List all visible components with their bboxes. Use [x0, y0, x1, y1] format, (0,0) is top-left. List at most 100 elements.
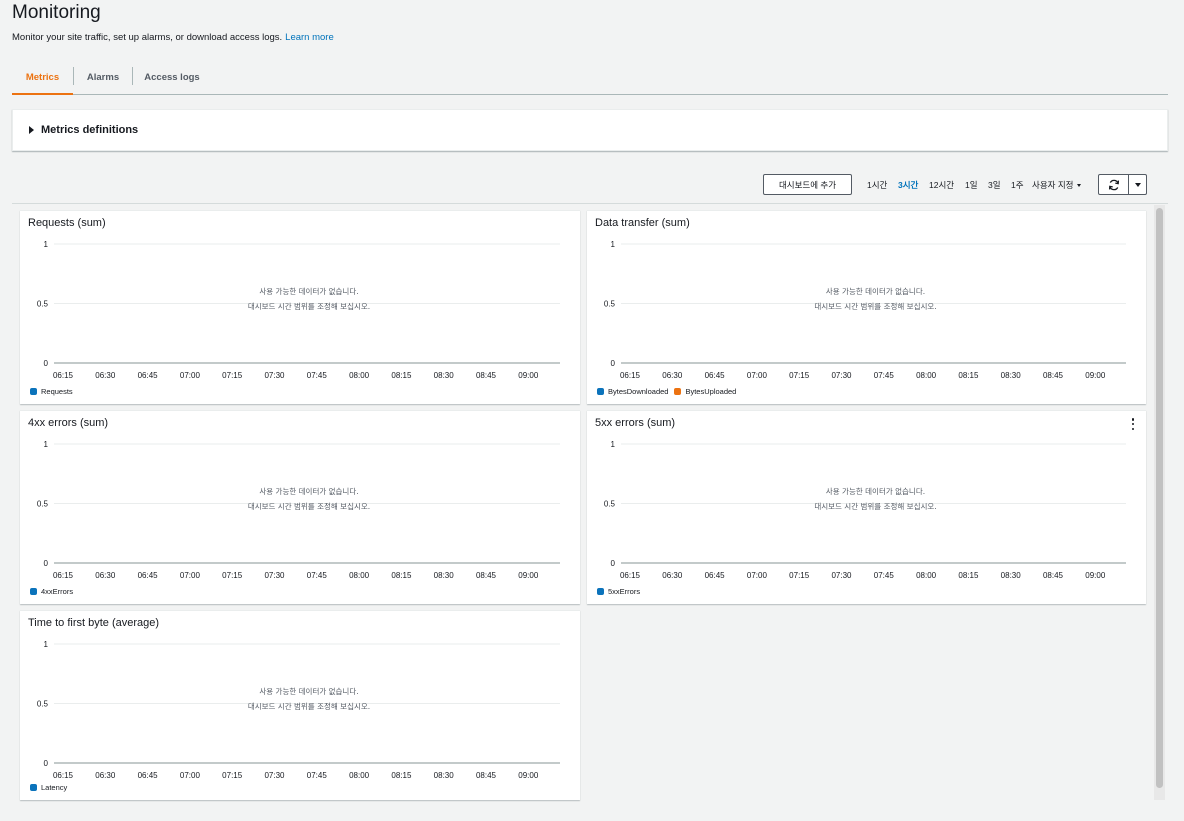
page-description: Monitor your site traffic, set up alarms…: [12, 32, 334, 43]
y-tick-label: 1: [44, 440, 49, 449]
x-tick-label: 07:15: [222, 371, 243, 380]
legend-swatch: [597, 588, 604, 595]
chart-title: Time to first byte (average): [28, 617, 160, 629]
scrollbar[interactable]: [1154, 205, 1165, 800]
x-tick-label: 08:45: [1043, 371, 1064, 380]
tab-alarms[interactable]: Alarms: [74, 60, 132, 94]
metrics-definitions-panel[interactable]: Metrics definitions: [12, 109, 1168, 151]
x-tick-label: 09:00: [518, 571, 539, 580]
chart-card-requests: 1 0.5 0 06:15 06:30 06:45 07:00 07:15 07:30 07:45…: [20, 210, 580, 404]
legend-item[interactable]: Requests: [30, 387, 73, 396]
x-tick-label: 06:30: [95, 571, 116, 580]
x-tick-label: 06:45: [705, 371, 726, 380]
legend-label: 4xxErrors: [41, 587, 74, 596]
x-tick-label: 08:30: [434, 371, 455, 380]
x-tick-label: 07:45: [874, 571, 895, 580]
scrollbar-thumb[interactable]: [1156, 208, 1163, 788]
range-12h[interactable]: 12시간: [929, 179, 954, 191]
x-tick-label: 08:45: [476, 371, 497, 380]
x-tick-label: 09:00: [518, 771, 539, 780]
x-tick-label: 08:00: [349, 571, 370, 580]
y-tick-label: 0.5: [37, 500, 49, 509]
x-tick-label: 08:45: [1043, 571, 1064, 580]
caret-down-icon: [1134, 182, 1141, 187]
x-tick-label: 06:30: [662, 371, 683, 380]
x-tick-label: 08:15: [391, 771, 412, 780]
x-tick-label: 08:00: [916, 371, 937, 380]
legend-label: BytesUploaded: [685, 387, 737, 396]
y-tick-label: 0: [44, 559, 49, 568]
page-description-text: Monitor your site traffic, set up alarms…: [12, 32, 283, 43]
refresh-icon: [1108, 179, 1119, 190]
x-tick-label: 07:15: [789, 371, 810, 380]
x-tick-label: 09:00: [1085, 571, 1106, 580]
legend-label: BytesDownloaded: [608, 387, 669, 396]
x-tick-label: 07:30: [264, 371, 285, 380]
tab-metrics[interactable]: Metrics: [12, 60, 73, 95]
learn-more-link[interactable]: Learn more: [285, 32, 334, 43]
legend-label: Latency: [41, 783, 68, 792]
range-1h[interactable]: 1시간: [867, 179, 887, 191]
tab-access-logs[interactable]: Access logs: [133, 60, 211, 94]
legend-item[interactable]: Latency: [30, 783, 67, 792]
x-tick-label: 07:15: [789, 571, 810, 580]
chart-card-ttfb: 1 0.5 0 06:15 06:30 06:45 07:00 07:15 07:30 07:45…: [20, 610, 580, 800]
x-tick-label: 08:45: [476, 571, 497, 580]
more-options-icon[interactable]: [1130, 418, 1136, 430]
legend-label: 5xxErrors: [608, 587, 641, 596]
x-tick-label: 07:45: [874, 371, 895, 380]
chart-title: 5xx errors (sum): [595, 417, 676, 429]
chart-legend: Requests: [30, 387, 79, 396]
y-tick-label: 0.5: [37, 300, 49, 309]
y-tick-label: 0.5: [604, 500, 616, 509]
x-tick-label: 07:45: [307, 371, 328, 380]
range-1d[interactable]: 1일: [965, 179, 978, 191]
legend-swatch: [597, 388, 604, 395]
no-data-hint: 대시보드 시간 범위를 조정해 보십시오.: [814, 501, 936, 511]
x-tick-label: 07:15: [222, 571, 243, 580]
refresh-button[interactable]: [1099, 175, 1129, 194]
y-tick-label: 0.5: [37, 700, 49, 709]
x-tick-label: 08:30: [1001, 371, 1022, 380]
range-3d[interactable]: 3일: [988, 179, 1001, 191]
x-tick-label: 07:45: [307, 771, 328, 780]
x-tick-label: 06:15: [53, 571, 74, 580]
x-tick-label: 08:15: [391, 571, 412, 580]
range-1w[interactable]: 1주: [1011, 179, 1024, 191]
no-data-hint: 대시보드 시간 범위를 조정해 보십시오.: [248, 701, 370, 711]
x-tick-label: 06:30: [95, 771, 116, 780]
x-tick-label: 06:15: [53, 371, 74, 380]
x-tick-label: 08:15: [958, 571, 979, 580]
x-tick-label: 06:45: [138, 371, 159, 380]
chart-legend: 5xxErrors: [597, 587, 646, 596]
legend-item[interactable]: BytesDownloaded: [597, 387, 668, 396]
legend-item[interactable]: 5xxErrors: [597, 587, 640, 596]
chart-legend: Latency: [30, 783, 73, 792]
chart-title: 4xx errors (sum): [28, 417, 109, 429]
chart-legend: BytesDownloaded BytesUploaded: [597, 387, 742, 396]
x-tick-label: 08:15: [391, 371, 412, 380]
no-data-message: 사용 가능한 데이터가 없습니다.: [826, 486, 925, 496]
x-tick-label: 08:30: [1001, 571, 1022, 580]
x-tick-label: 07:15: [222, 771, 243, 780]
legend-item[interactable]: 4xxErrors: [30, 587, 73, 596]
x-tick-label: 09:00: [1085, 371, 1106, 380]
x-tick-label: 07:45: [307, 571, 328, 580]
x-tick-label: 06:45: [138, 771, 159, 780]
chart-title: Requests (sum): [28, 217, 106, 229]
toolbar-divider: [12, 203, 1168, 204]
add-to-dashboard-button[interactable]: 대시보드에 추가: [763, 174, 852, 195]
x-tick-label: 09:00: [518, 371, 539, 380]
x-tick-label: 06:15: [53, 771, 74, 780]
legend-swatch: [30, 588, 37, 595]
legend-item[interactable]: BytesUploaded: [674, 387, 736, 396]
caret-down-icon: [1077, 184, 1082, 188]
x-tick-label: 08:00: [916, 571, 937, 580]
refresh-options-dropdown[interactable]: [1129, 175, 1146, 194]
x-tick-label: 07:00: [180, 571, 201, 580]
chart-card-data-transfer: 1 0.5 0 06:15 06:30 06:45 07:00 07:15 07:30 07:45…: [587, 210, 1146, 404]
legend-label: Requests: [41, 387, 73, 396]
x-tick-label: 07:00: [180, 771, 201, 780]
range-custom[interactable]: 사용자 지정: [1032, 179, 1082, 191]
range-3h[interactable]: 3시간: [898, 179, 918, 191]
